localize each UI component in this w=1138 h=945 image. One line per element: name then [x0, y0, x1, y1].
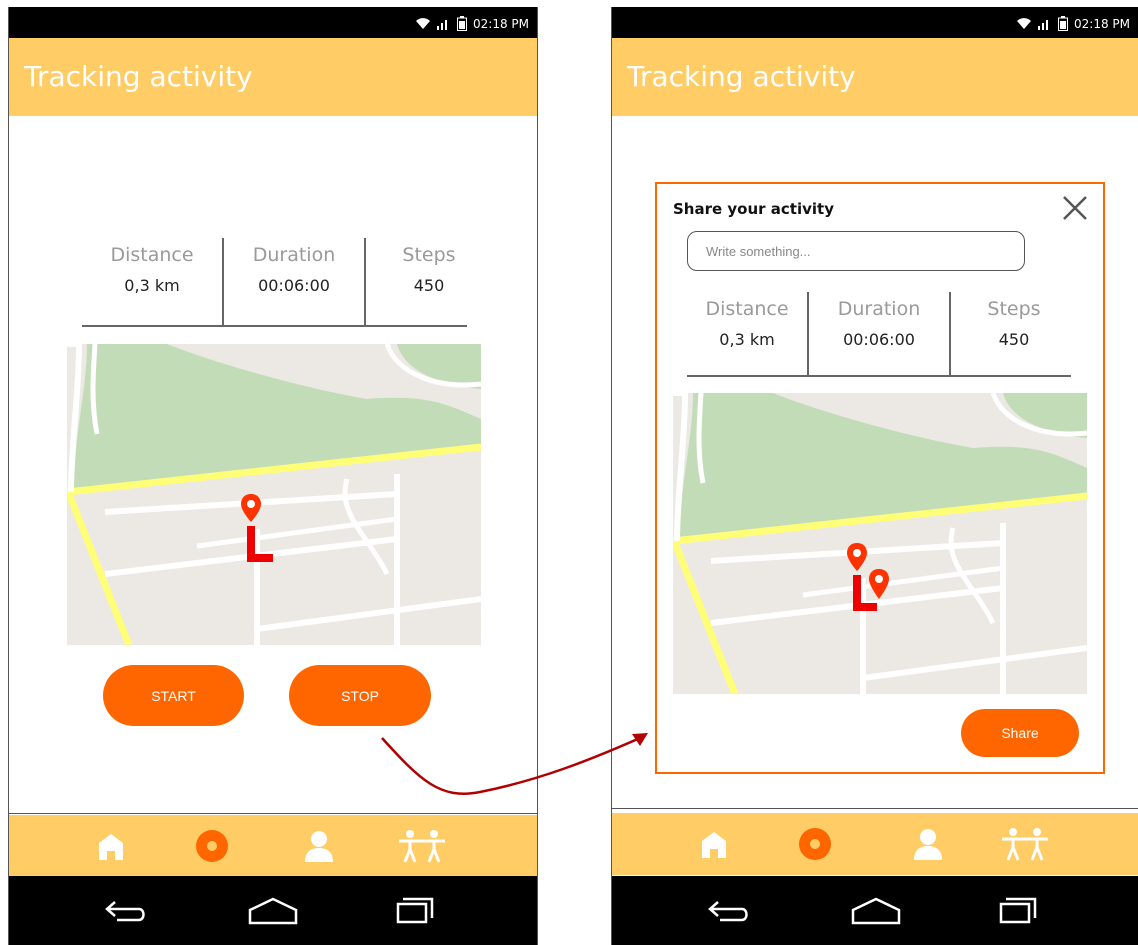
- phone-screen-tracking: 02:18 PM Tracking activity Distance 0,3 …: [8, 7, 538, 945]
- signal-icon: [1038, 19, 1048, 30]
- system-nav-bar: [9, 876, 537, 945]
- status-bar: 02:18 PM: [612, 7, 1138, 38]
- stat-distance: Distance 0,3 km: [82, 238, 224, 326]
- stat-steps: Steps 450: [951, 292, 1077, 376]
- stat-label: Distance: [705, 298, 789, 320]
- stats-divider: [82, 325, 467, 327]
- map-view[interactable]: [67, 344, 481, 645]
- system-nav-bar: [612, 876, 1138, 945]
- nav-profile[interactable]: [299, 828, 339, 864]
- group-icon: [399, 830, 445, 863]
- recents-icon[interactable]: [998, 896, 1038, 926]
- status-time: 02:18 PM: [1074, 16, 1130, 31]
- stat-value: 00:06:00: [258, 276, 330, 295]
- close-icon[interactable]: [1061, 194, 1089, 222]
- stats-divider: [687, 375, 1071, 377]
- group-icon: [1002, 828, 1048, 861]
- stat-duration: Duration 00:06:00: [809, 292, 951, 376]
- stat-label: Duration: [837, 298, 921, 320]
- wifi-icon: [416, 18, 430, 29]
- phone-screen-share: 02:18 PM Tracking activity Share your ac…: [611, 7, 1138, 945]
- app-bar: Tracking activity: [9, 38, 537, 116]
- signal-icon: [437, 19, 447, 30]
- home-outline-icon[interactable]: [850, 896, 902, 926]
- recents-icon[interactable]: [395, 896, 435, 926]
- battery-icon: [457, 16, 467, 31]
- page-title: Tracking activity: [24, 60, 253, 93]
- nav-activity[interactable]: [795, 826, 835, 862]
- stat-distance: Distance 0,3 km: [687, 292, 809, 376]
- back-icon[interactable]: [706, 896, 752, 926]
- profile-icon: [305, 831, 333, 862]
- start-button[interactable]: START: [103, 665, 244, 726]
- share-dialog: Share your activity Write something... D…: [655, 182, 1105, 774]
- stat-value: 0,3 km: [719, 330, 775, 349]
- nav-home[interactable]: [91, 828, 131, 864]
- dialog-title: Share your activity: [673, 200, 834, 218]
- status-bar: 02:18 PM: [9, 7, 537, 38]
- share-content: Share your activity Write something... D…: [612, 116, 1138, 809]
- stat-value: 450: [413, 276, 445, 295]
- nav-home[interactable]: [694, 826, 734, 862]
- stats-row: Distance 0,3 km Duration 00:06:00 Steps …: [82, 238, 492, 326]
- stat-value: 00:06:00: [843, 330, 915, 349]
- map-view[interactable]: [673, 393, 1087, 694]
- home-icon: [99, 834, 123, 860]
- stop-button[interactable]: STOP: [289, 665, 431, 726]
- stat-value: 450: [998, 330, 1030, 349]
- status-time: 02:18 PM: [473, 16, 529, 31]
- nav-group[interactable]: [1000, 826, 1050, 862]
- location-pin-icon: [241, 494, 273, 562]
- home-outline-icon[interactable]: [247, 896, 299, 926]
- nav-activity[interactable]: [192, 828, 232, 864]
- stat-label: Duration: [252, 244, 336, 266]
- wifi-icon: [1017, 18, 1031, 29]
- nav-profile[interactable]: [908, 826, 948, 862]
- battery-icon: [1058, 16, 1068, 31]
- share-button[interactable]: Share: [961, 709, 1079, 757]
- stat-duration: Duration 00:06:00: [224, 238, 366, 326]
- share-message-input[interactable]: Write something...: [687, 231, 1025, 271]
- stat-label: Steps: [987, 298, 1041, 320]
- stat-label: Distance: [110, 244, 194, 266]
- bottom-nav: [612, 813, 1138, 875]
- stat-label: Steps: [402, 244, 456, 266]
- home-icon: [702, 832, 726, 858]
- activity-icon: [196, 830, 228, 862]
- profile-icon: [914, 829, 942, 860]
- back-icon[interactable]: [103, 896, 149, 926]
- app-bar: Tracking activity: [612, 38, 1138, 116]
- stat-steps: Steps 450: [366, 238, 492, 326]
- tracking-content: Distance 0,3 km Duration 00:06:00 Steps …: [9, 116, 537, 814]
- bottom-nav: [9, 815, 537, 877]
- activity-icon: [799, 828, 831, 860]
- end-pin-icon: [869, 569, 889, 599]
- stat-value: 0,3 km: [124, 276, 180, 295]
- stats-row: Distance 0,3 km Duration 00:06:00 Steps …: [687, 292, 1077, 376]
- nav-group[interactable]: [397, 828, 447, 864]
- page-title: Tracking activity: [627, 60, 856, 93]
